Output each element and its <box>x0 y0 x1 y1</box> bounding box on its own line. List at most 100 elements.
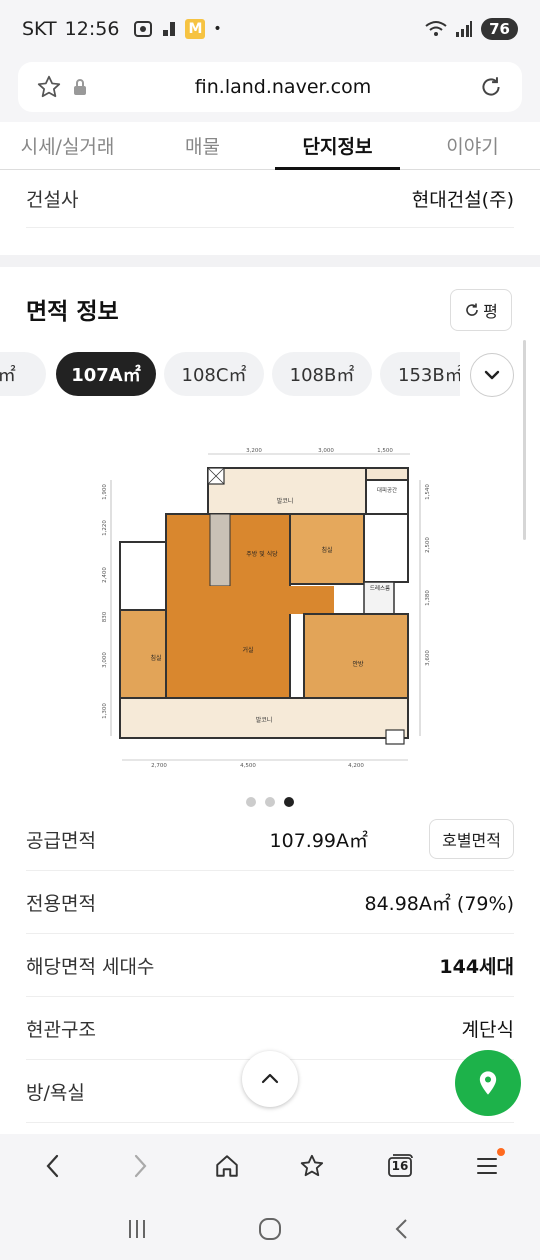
notification-dot <box>496 1148 505 1156</box>
recent-apps-icon[interactable] <box>124 1216 150 1242</box>
tabs-button[interactable]: 16 <box>372 1142 428 1190</box>
detail-label: 방/욕실 <box>26 1081 85 1104</box>
area-chip-list: 7㎡ 107A㎡ 108C㎡ 108B㎡ 153B㎡ <box>0 352 460 398</box>
builder-value: 현대건설(주) <box>411 189 514 211</box>
detail-value: 84.98A㎡ (79%) <box>364 892 515 915</box>
detail-value: 계단식 <box>461 1018 514 1041</box>
dot-indicator-icon: • <box>213 21 222 37</box>
area-chip[interactable]: 153B㎡ <box>380 352 460 396</box>
complex-tabs: 시세/실거래 매물 단지정보 이야기 <box>0 122 540 170</box>
dim-left-2: 1,220 <box>102 520 108 536</box>
section-divider <box>0 255 540 267</box>
carrier-label: SKT <box>22 18 57 40</box>
tab-story[interactable]: 이야기 <box>405 122 540 169</box>
carousel-dots <box>246 797 294 807</box>
floor-plan-image[interactable]: 3,200 3,000 1,500 2,700 4,500 4,200 1,90… <box>98 440 432 772</box>
dim-bottom-2: 4,500 <box>240 763 256 769</box>
room-kitchen-dining: 주방 및 식당 <box>246 550 278 558</box>
room-dressroom: 드레스룸 <box>370 584 390 592</box>
area-chip[interactable]: 108C㎡ <box>164 352 264 396</box>
chevron-up-icon <box>261 1073 279 1084</box>
scroll-top-button[interactable] <box>242 1051 298 1107</box>
dim-left-1: 1,900 <box>102 484 108 500</box>
carousel-dot[interactable] <box>246 797 256 807</box>
url-text[interactable]: fin.land.naver.com <box>88 76 478 98</box>
status-bar: SKT 12:56 M • 76 <box>0 0 540 58</box>
expand-chips-button[interactable] <box>470 353 514 397</box>
scroll-indicator <box>523 340 526 540</box>
signal-small-icon <box>163 22 176 36</box>
room-living: 거실 <box>242 646 253 654</box>
hamburger-menu-icon <box>476 1158 497 1174</box>
room-utility: 대피공간 <box>377 486 397 494</box>
carousel-dot[interactable] <box>265 797 275 807</box>
area-chip[interactable]: 108B㎡ <box>272 352 372 396</box>
home-button[interactable] <box>199 1142 255 1190</box>
system-nav-bar <box>0 1198 540 1260</box>
chevron-left-icon <box>46 1154 59 1178</box>
browser-bottom-bar: 16 <box>0 1134 540 1198</box>
system-back-icon[interactable] <box>390 1216 416 1242</box>
map-pin-icon <box>479 1071 497 1095</box>
battery-indicator: 76 <box>481 18 518 40</box>
dim-right-4: 3,600 <box>425 650 431 666</box>
unit-area-button[interactable]: 호별면적 <box>429 819 514 859</box>
room-balcony-top: 발코니 <box>277 497 294 505</box>
room-bedroom-left: 침실 <box>150 654 161 662</box>
tab-count: 16 <box>391 1159 409 1173</box>
dim-bottom-3: 4,200 <box>348 763 364 769</box>
detail-value: 144세대 <box>439 955 514 978</box>
dim-top-2: 3,000 <box>318 448 334 454</box>
builder-row: 건설사 현대건설(주) <box>26 170 514 228</box>
forward-button[interactable] <box>112 1142 168 1190</box>
refresh-icon <box>466 303 478 316</box>
back-button[interactable] <box>25 1142 81 1190</box>
bookmark-star-icon[interactable] <box>36 74 62 100</box>
tab-price[interactable]: 시세/실거래 <box>0 122 135 169</box>
detail-label: 공급면적 <box>26 829 96 852</box>
dim-left-4: 830 <box>102 611 108 622</box>
chevron-down-icon <box>484 370 500 380</box>
screenshot-icon <box>134 21 153 37</box>
room-balcony-bottom: 발코니 <box>256 716 273 724</box>
wifi-icon <box>425 21 447 36</box>
dim-bottom-1: 2,700 <box>151 763 167 769</box>
household-count-row: 해당면적 세대수 144세대 <box>26 934 514 997</box>
detail-label: 전용면적 <box>26 892 96 915</box>
lock-icon <box>74 79 86 95</box>
detail-label: 현관구조 <box>26 1018 96 1041</box>
home-circle-icon[interactable] <box>257 1216 283 1242</box>
star-plus-icon <box>301 1154 324 1177</box>
room-bedroom-top: 침실 <box>321 546 332 554</box>
tab-complex-info[interactable]: 단지정보 <box>270 122 405 170</box>
detail-label: 해당면적 세대수 <box>26 955 155 978</box>
cell-signal-icon <box>456 21 473 37</box>
room-master-bedroom: 안방 <box>352 660 364 668</box>
dim-right-1: 1,540 <box>425 484 431 500</box>
exclusive-area-row: 전용면적 84.98A㎡ (79%) <box>26 871 514 934</box>
browser-toolbar: fin.land.naver.com <box>0 58 540 122</box>
tab-listings[interactable]: 매물 <box>135 122 270 169</box>
dim-right-3: 1,380 <box>425 590 431 606</box>
map-button[interactable] <box>455 1050 521 1116</box>
carousel-dot-active[interactable] <box>284 797 294 807</box>
chevron-right-icon <box>134 1154 147 1178</box>
unit-toggle-label: 평 <box>483 302 498 321</box>
reload-icon[interactable] <box>478 74 504 100</box>
menu-button[interactable] <box>459 1142 515 1190</box>
home-icon <box>215 1155 238 1177</box>
dim-left-3: 2,400 <box>102 567 108 583</box>
dim-top-3: 1,500 <box>377 448 393 454</box>
area-chip-selected[interactable]: 107A㎡ <box>56 352 156 396</box>
address-bar[interactable]: fin.land.naver.com <box>18 62 522 112</box>
unit-toggle-button[interactable]: 평 <box>450 289 512 331</box>
dim-top-1: 3,200 <box>246 448 262 454</box>
detail-value: 107.99A㎡ <box>269 829 368 852</box>
builder-label: 건설사 <box>26 189 79 211</box>
m-badge-icon: M <box>185 19 206 39</box>
area-section-title: 면적 정보 <box>26 299 119 325</box>
dim-left-5: 3,000 <box>102 652 108 668</box>
clock: 12:56 <box>64 18 120 40</box>
bookmarks-button[interactable] <box>285 1142 341 1190</box>
area-chip[interactable]: 7㎡ <box>0 352 46 396</box>
